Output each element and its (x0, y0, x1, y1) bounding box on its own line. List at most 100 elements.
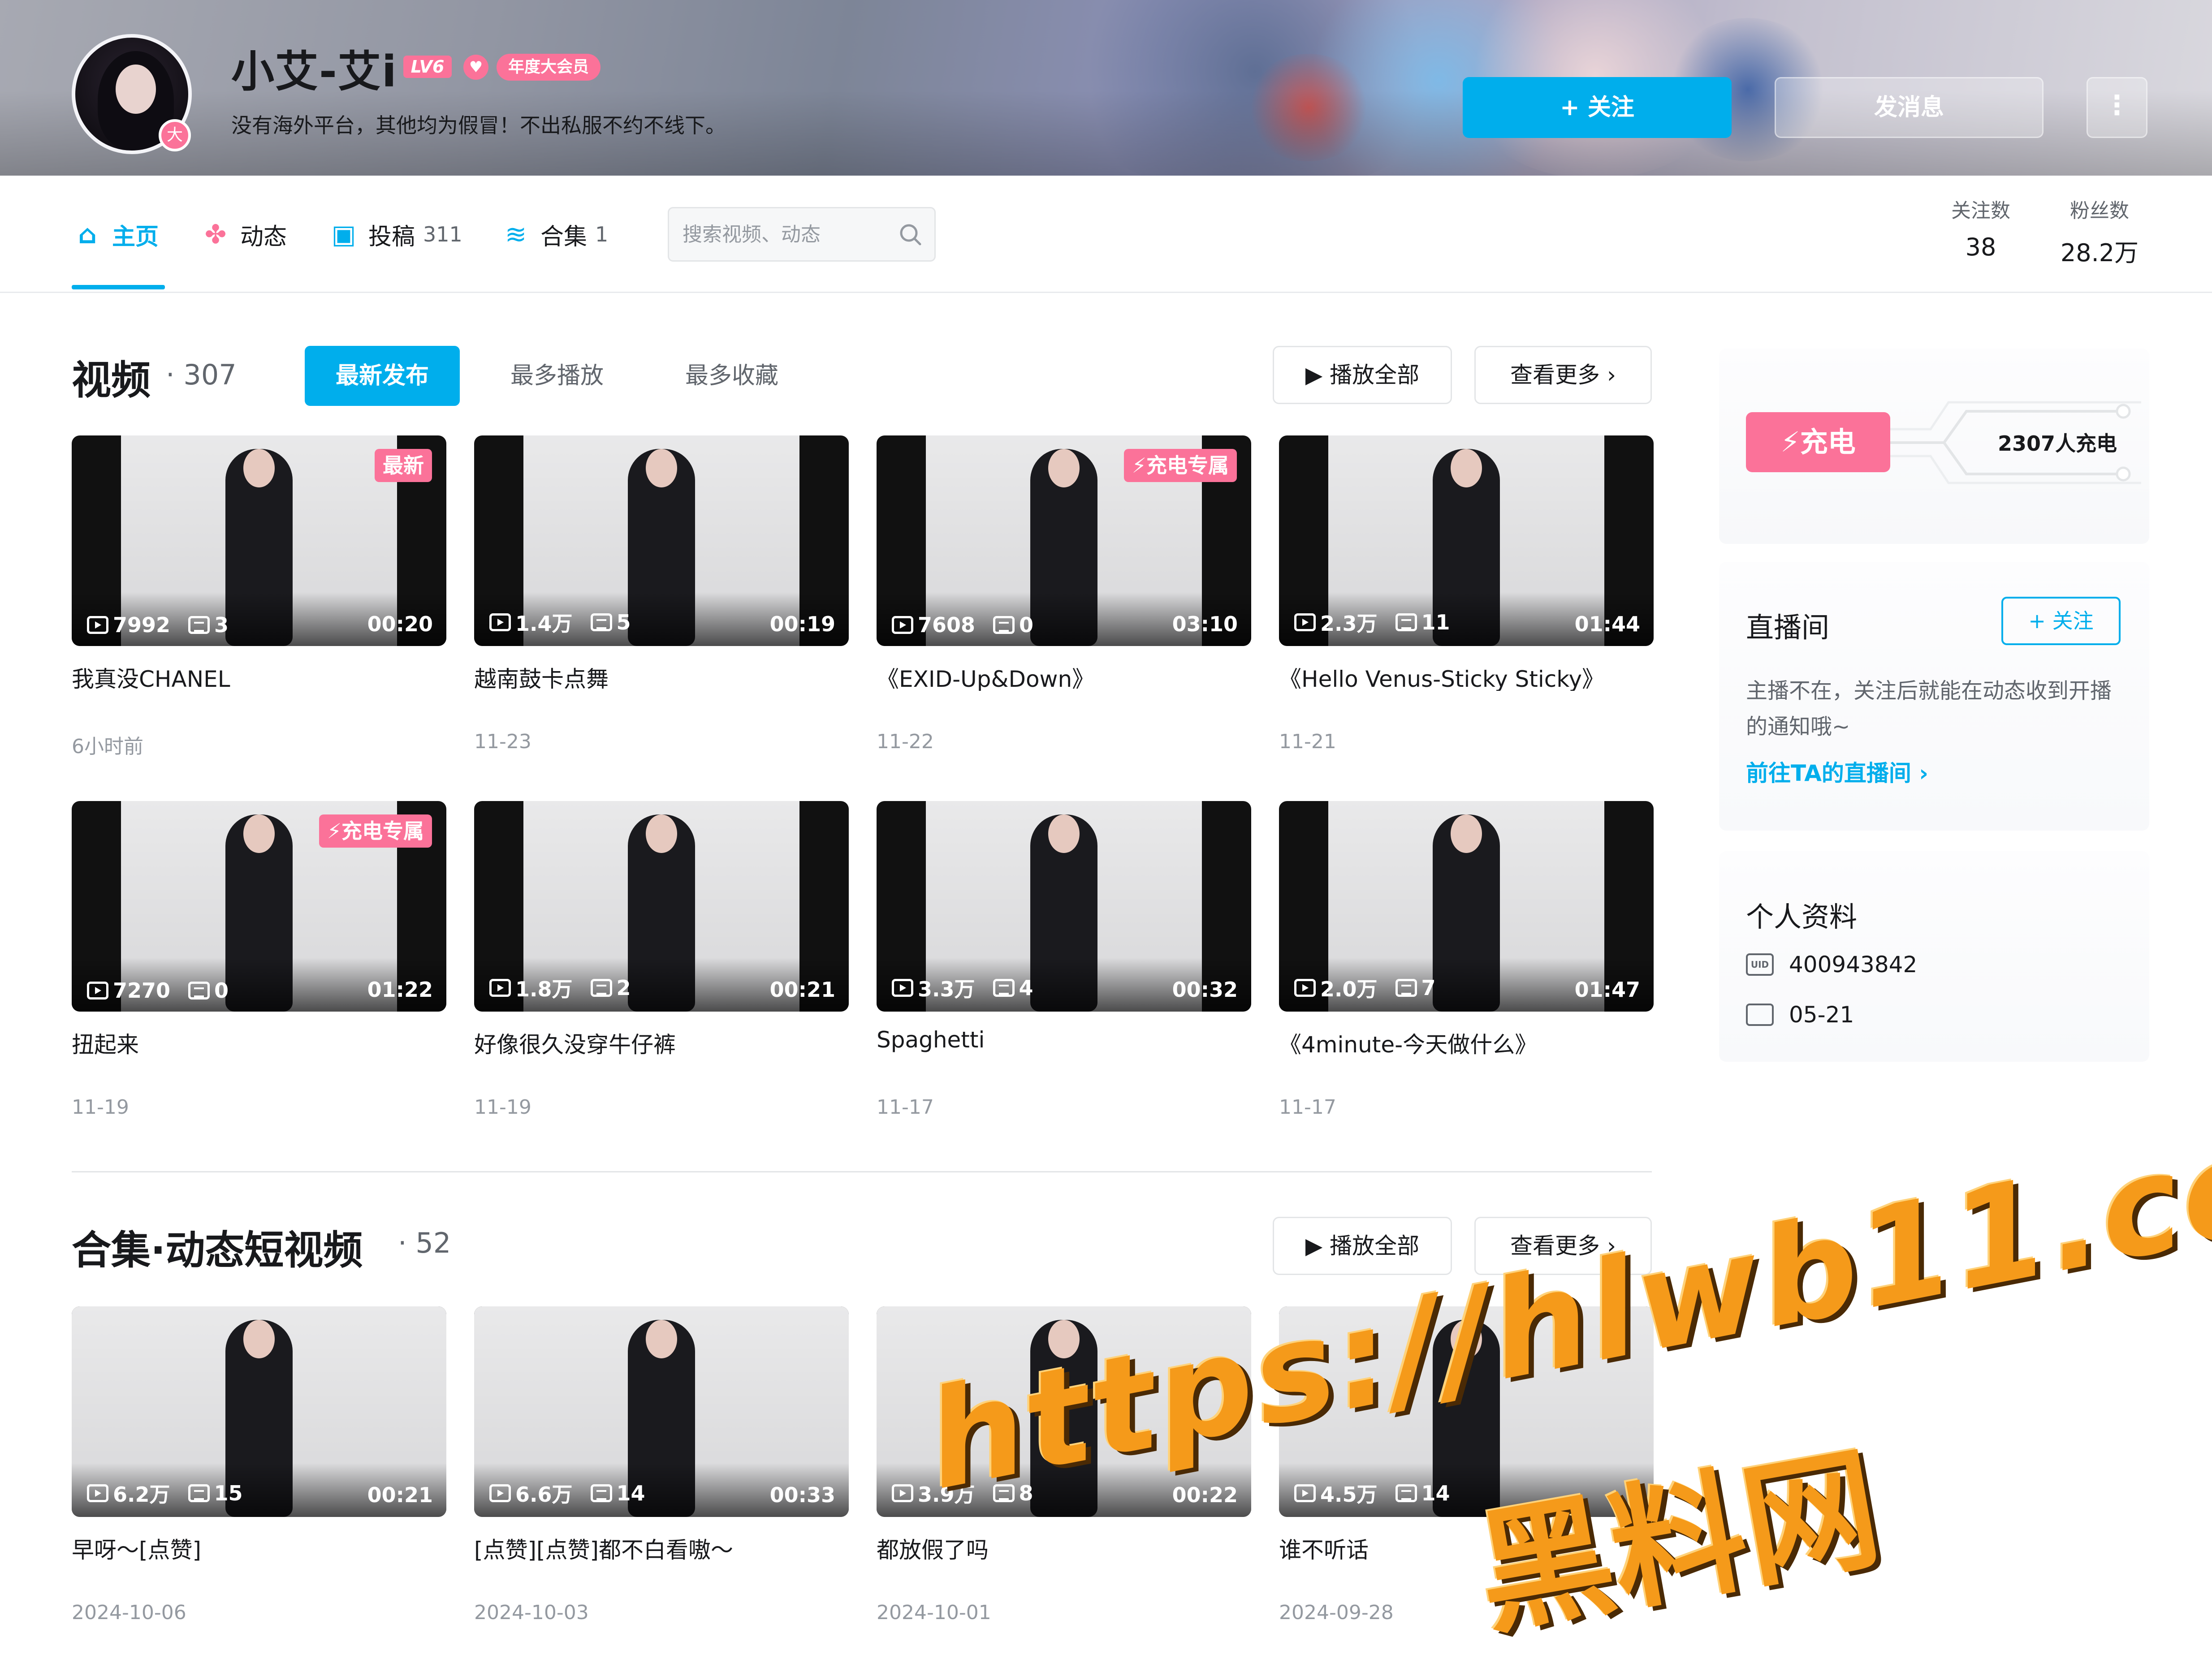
danmaku-count: 7 (1421, 976, 1436, 1000)
video-card[interactable]: ⚡充电专属 7270 0 01:22 扭起来 11-19 (72, 801, 446, 1119)
video-title[interactable]: 扭起来 (72, 1027, 446, 1056)
video-stats: 6.6万 14 (489, 1478, 645, 1508)
video-duration: 00:22 (1172, 1483, 1238, 1507)
video-card[interactable]: ⚡充电专属 7608 0 03:10 《EXID-Up&Down》 11-22 (877, 435, 1251, 753)
live-follow-button[interactable]: + 关注 (2001, 597, 2121, 645)
video-title[interactable]: 我真没CHANEL (72, 661, 446, 691)
uid-row: UID 400943842 (1746, 952, 1917, 978)
video-title[interactable]: 都放假了吗 (877, 1532, 1251, 1562)
profile-nav: ⌂ 主页 ✤ 动态 ▣ 投稿 311 ≋ 合集 1 关注数 38 (0, 176, 2212, 293)
sort-most-favorited-button[interactable]: 最多收藏 (659, 346, 805, 406)
level-badge: LV6 (403, 56, 452, 78)
tab-dynamic[interactable]: ✤ 动态 (200, 214, 287, 254)
video-date: 2024-10-03 (474, 1601, 589, 1624)
danmaku-count: 5 (616, 610, 631, 634)
danmaku-icon (188, 616, 210, 634)
username: 小艾-艾i (231, 47, 397, 97)
video-thumbnail[interactable]: ⚡充电专属 7270 0 01:22 (72, 801, 446, 1012)
avatar-face (116, 65, 156, 114)
video-stats: 7608 0 (892, 613, 1033, 637)
video-card[interactable]: 6.2万 15 00:21 早呀～[点赞] 2024-10-06 (72, 1306, 446, 1624)
video-title[interactable]: 早呀～[点赞] (72, 1532, 446, 1562)
danmaku-icon (590, 613, 612, 631)
danmaku-count: 0 (214, 978, 229, 1003)
birthday-value: 05-21 (1789, 1002, 1854, 1028)
video-thumbnail[interactable]: 最新 7992 3 00:20 (72, 435, 446, 646)
vip-icon: ♥ (463, 55, 488, 80)
play-count: 3.3万 (918, 977, 975, 1001)
play-count-icon (892, 1484, 913, 1502)
video-stats: 7270 0 (87, 978, 229, 1003)
danmaku-count: 4 (1019, 976, 1033, 1000)
video-card[interactable]: 1.4万 5 00:19 越南鼓卡点舞 11-23 (474, 435, 849, 753)
following-stat[interactable]: 关注数 38 (1936, 194, 2026, 261)
video-thumbnail[interactable]: 6.6万 14 00:33 (474, 1306, 849, 1517)
video-thumbnail[interactable]: 2.0万 7 01:47 (1279, 801, 1654, 1012)
tab-collections[interactable]: ≋ 合集 1 (500, 214, 609, 254)
play-count: 2.0万 (1320, 977, 1378, 1001)
video-thumbnail[interactable]: 1.8万 2 00:21 (474, 801, 849, 1012)
lightning-icon: ⚡ (1780, 426, 1800, 458)
sort-most-played-button[interactable]: 最多播放 (484, 346, 630, 406)
video-tag: 最新 (375, 449, 432, 482)
thumbnail-figure-head (1048, 449, 1080, 487)
video-title[interactable]: Spaghetti (877, 1027, 1251, 1056)
sort-latest-button[interactable]: 最新发布 (305, 346, 460, 406)
danmaku-count: 11 (1421, 610, 1450, 634)
see-more-button[interactable]: 查看更多 › (1474, 346, 1652, 404)
profile-info-title: 个人资料 (1746, 900, 1858, 933)
play-count-icon (87, 1484, 108, 1502)
thumbnail-figure-head (1048, 814, 1080, 853)
video-stats: 6.2万 15 (87, 1478, 243, 1508)
collection-play-all-button[interactable]: ▶ 播放全部 (1273, 1217, 1452, 1275)
play-all-button[interactable]: ▶ 播放全部 (1273, 346, 1452, 404)
play-count-icon (892, 616, 913, 634)
charge-label: 充电 (1800, 426, 1856, 458)
more-options-button[interactable]: ⋮ (2087, 77, 2147, 138)
charge-button[interactable]: ⚡充电 (1746, 412, 1890, 472)
tab-home[interactable]: ⌂ 主页 (72, 214, 159, 254)
video-stats: 2.3万 11 (1294, 607, 1450, 637)
danmaku-count: 14 (1421, 1481, 1450, 1505)
video-thumbnail[interactable]: ⚡充电专属 7608 0 03:10 (877, 435, 1251, 646)
video-thumbnail[interactable]: 3.3万 4 00:32 (877, 801, 1251, 1012)
live-room-title: 直播间 (1746, 611, 1830, 644)
video-title[interactable]: 越南鼓卡点舞 (474, 661, 849, 691)
video-title[interactable]: [点赞][点赞]都不白看嗷～ (474, 1532, 849, 1562)
collection-section-count: · 52 (398, 1227, 451, 1259)
play-count: 7270 (113, 978, 171, 1003)
search-icon[interactable] (898, 222, 924, 248)
video-title[interactable]: 《4minute-今天做什么》 (1279, 1027, 1654, 1056)
video-title[interactable]: 《Hello Venus-Sticky Sticky》 (1279, 661, 1654, 691)
video-card[interactable]: 2.0万 7 01:47 《4minute-今天做什么》 11-17 (1279, 801, 1654, 1119)
message-button[interactable]: 发消息 (1775, 77, 2044, 138)
video-card[interactable]: 3.3万 4 00:32 Spaghetti 11-17 (877, 801, 1251, 1119)
play-count: 7608 (918, 613, 976, 637)
danmaku-icon (1395, 613, 1417, 631)
video-thumbnail[interactable]: 6.2万 15 00:21 (72, 1306, 446, 1517)
video-date: 11-17 (1279, 1096, 1336, 1119)
vip-badge[interactable]: 年度大会员 (497, 54, 601, 81)
video-title[interactable]: 好像很久没穿牛仔裤 (474, 1027, 849, 1056)
video-date: 11-23 (474, 730, 531, 753)
thumbnail-figure-head (1451, 814, 1482, 853)
video-thumbnail[interactable]: 2.3万 11 01:44 (1279, 435, 1654, 646)
video-card[interactable]: 1.8万 2 00:21 好像很久没穿牛仔裤 11-19 (474, 801, 849, 1119)
video-card[interactable]: 2.3万 11 01:44 《Hello Venus-Sticky Sticky》 11… (1279, 435, 1654, 753)
danmaku-icon (993, 616, 1015, 634)
go-to-live-room-link[interactable]: 前往TA的直播间 › (1746, 755, 1928, 788)
danmaku-count: 15 (214, 1481, 243, 1505)
search-input[interactable] (683, 208, 893, 260)
video-card[interactable]: 6.6万 14 00:33 [点赞][点赞]都不白看嗷～ 2024-10-03 (474, 1306, 849, 1624)
fans-stat[interactable]: 粉丝数 28.2万 (2044, 194, 2156, 268)
video-thumbnail[interactable]: 1.4万 5 00:19 (474, 435, 849, 646)
uid-value: 400943842 (1789, 952, 1918, 978)
video-title[interactable]: 《EXID-Up&Down》 (877, 661, 1251, 691)
search-box[interactable] (668, 207, 936, 262)
video-stats: 4.5万 14 (1294, 1478, 1450, 1508)
tab-submissions[interactable]: ▣ 投稿 311 (328, 214, 462, 254)
video-card[interactable]: 最新 7992 3 00:20 我真没CHANEL 6小时前 (72, 435, 446, 759)
play-count-icon (489, 1484, 511, 1502)
video-date: 11-17 (877, 1096, 934, 1119)
follow-button[interactable]: + 关注 (1463, 77, 1732, 138)
